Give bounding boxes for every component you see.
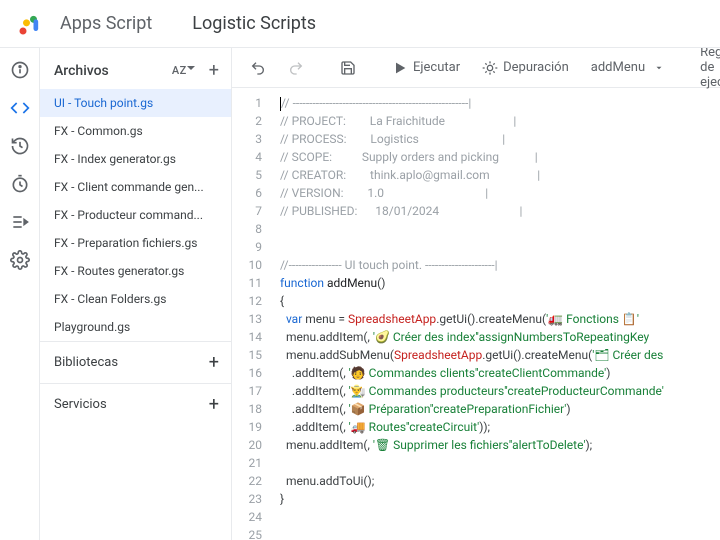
left-rail [0, 48, 40, 540]
file-item[interactable]: Playground.gs [40, 313, 231, 341]
debug-button[interactable]: Depuración [474, 56, 577, 80]
editor-toolbar: Ejecutar Depuración addMenu Registro de … [232, 48, 720, 88]
editor-area: Ejecutar Depuración addMenu Registro de … [232, 48, 720, 540]
redo-button[interactable] [280, 56, 312, 80]
code-source[interactable]: // -------------------------------------… [272, 88, 720, 540]
libraries-label: Bibliotecas [54, 355, 118, 370]
apps-script-logo-icon [16, 10, 44, 38]
function-select[interactable]: addMenu [583, 56, 672, 80]
executions-icon[interactable] [10, 212, 30, 232]
app-name: Apps Script [60, 13, 152, 34]
file-item[interactable]: FX - Index generator.gs [40, 145, 231, 173]
files-panel: Archivos AZ + UI - Touch point.gsFX - Co… [40, 48, 232, 540]
add-library-button[interactable]: + [209, 352, 219, 373]
services-section[interactable]: Servicios + [40, 383, 231, 425]
file-item[interactable]: FX - Routes generator.gs [40, 257, 231, 285]
app-header: Apps Script Logistic Scripts [0, 0, 720, 48]
info-icon[interactable] [10, 60, 30, 80]
triggers-icon[interactable] [10, 174, 30, 194]
save-button[interactable] [332, 56, 364, 80]
history-icon[interactable] [10, 136, 30, 156]
add-file-button[interactable]: + [209, 60, 219, 81]
file-item[interactable]: FX - Producteur command... [40, 201, 231, 229]
file-list: UI - Touch point.gsFX - Common.gsFX - In… [40, 89, 231, 341]
file-item[interactable]: FX - Preparation fichiers.gs [40, 229, 231, 257]
file-item[interactable]: FX - Client commande gen... [40, 173, 231, 201]
libraries-section[interactable]: Bibliotecas + [40, 341, 231, 383]
file-item[interactable]: UI - Touch point.gs [40, 89, 231, 117]
add-service-button[interactable]: + [209, 394, 219, 415]
file-item[interactable]: FX - Clean Folders.gs [40, 285, 231, 313]
settings-icon[interactable] [10, 250, 30, 270]
line-gutter: 1234567891011121314151617181920212223242… [232, 88, 272, 540]
undo-button[interactable] [242, 56, 274, 80]
files-title: Archivos [54, 63, 109, 79]
editor-icon[interactable] [10, 98, 30, 118]
services-label: Servicios [54, 397, 107, 412]
run-button[interactable]: Ejecutar [384, 56, 468, 80]
code-editor[interactable]: 1234567891011121314151617181920212223242… [232, 88, 720, 540]
sort-az-button[interactable]: AZ [172, 64, 187, 77]
project-title[interactable]: Logistic Scripts [192, 13, 316, 34]
file-item[interactable]: FX - Common.gs [40, 117, 231, 145]
